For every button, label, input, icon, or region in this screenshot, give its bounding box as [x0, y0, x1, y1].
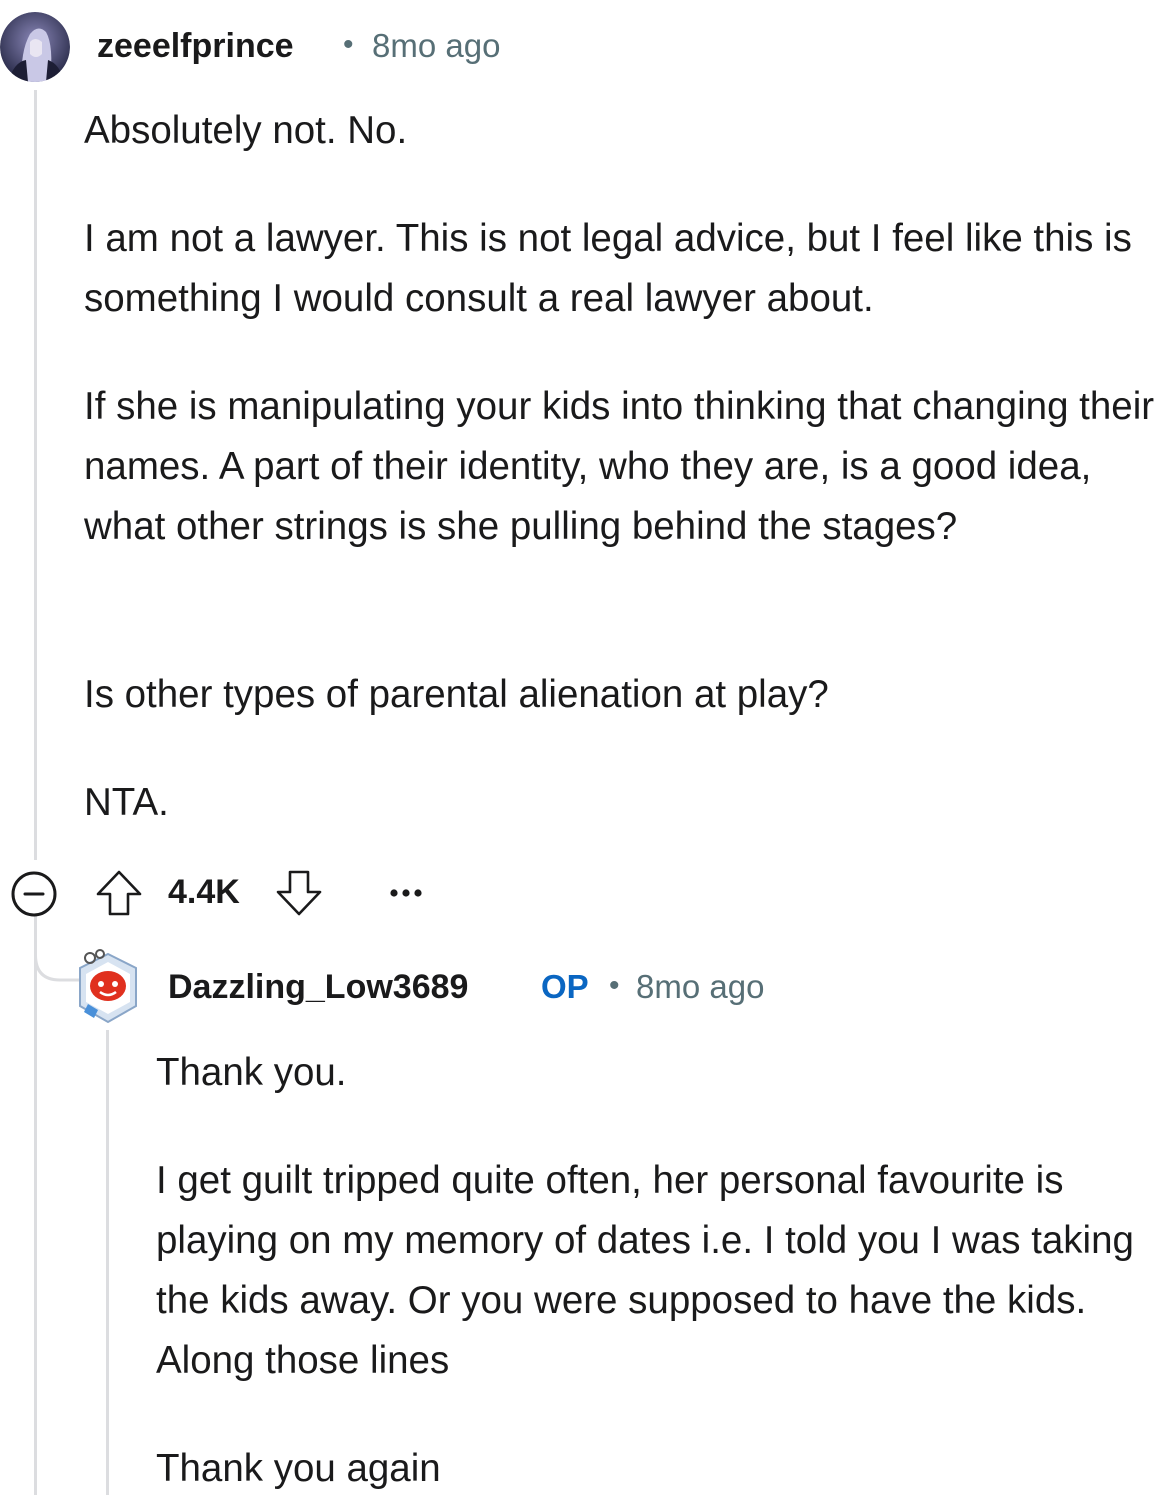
op-badge: OP [541, 968, 589, 1005]
reply-paragraph: Thank you again [156, 1447, 441, 1490]
user-avatar-icon[interactable] [0, 12, 70, 82]
comment-paragraph: NTA. [84, 781, 169, 824]
snoo-avatar-icon[interactable] [74, 948, 142, 1026]
downvote-arrow-icon [276, 870, 322, 916]
reply-username[interactable]: Dazzling_Low3689 [168, 968, 468, 1007]
thread-line-reply[interactable] [106, 1030, 109, 1495]
thread-line-main-lower[interactable] [34, 915, 37, 1495]
comment-paragraph: I am not a lawyer. This is not legal adv… [84, 217, 1132, 320]
meta-separator: • [343, 28, 354, 61]
thread-line-main[interactable] [34, 90, 37, 860]
reply-paragraph: I get guilt tripped quite often, her per… [156, 1159, 1134, 1382]
vote-score: 4.4K [168, 873, 240, 911]
collapse-minus-icon[interactable] [10, 870, 58, 918]
downvote-button[interactable] [274, 868, 324, 918]
comment-paragraph: Absolutely not. No. [84, 109, 408, 152]
reply-timestamp[interactable]: 8mo ago [636, 968, 764, 1006]
upvote-arrow-icon [96, 870, 142, 916]
comment-timestamp[interactable]: 8mo ago [372, 27, 500, 65]
comment-paragraph: Is other types of parental alienation at… [84, 673, 829, 716]
more-options-icon[interactable] [388, 878, 428, 908]
upvote-button[interactable] [94, 868, 144, 918]
comment-paragraph: If she is manipulating your kids into th… [84, 385, 1155, 548]
meta-separator: • [609, 969, 620, 1002]
comment-username[interactable]: zeeelfprince [97, 27, 294, 66]
reply-paragraph: Thank you. [156, 1051, 347, 1094]
